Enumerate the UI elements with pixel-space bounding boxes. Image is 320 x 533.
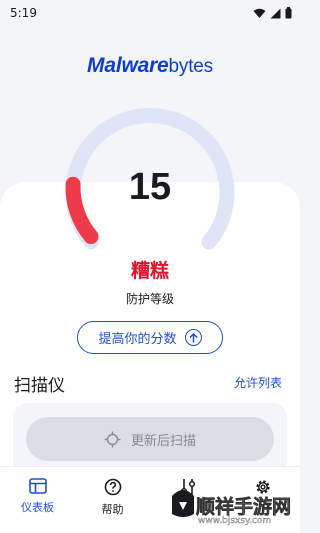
status-time: 5:19 [10, 6, 37, 20]
improve-score-label: 提高你的分数 [98, 332, 177, 347]
dashboard-icon [28, 478, 47, 494]
scanner-card: 更新后扫描 [13, 403, 287, 475]
nav-item-tools[interactable] [150, 467, 225, 533]
scan-button-label: 更新后扫描 [130, 433, 196, 449]
rating-label: 糟糕 [130, 260, 169, 282]
nav-item-help[interactable]: 帮助 [75, 467, 150, 533]
logo-wordmark-bold: Malware [87, 54, 169, 77]
tools-icon [180, 479, 195, 497]
nav-item-dashboard[interactable]: 仪表板 [0, 467, 75, 533]
arrow-up-circle-icon [184, 329, 202, 346]
protection-score: 15 [128, 166, 172, 208]
logo-wordmark-light: bytes [168, 56, 214, 77]
allow-list-link[interactable]: 允许列表 [234, 374, 282, 391]
status-bar: 5:19 [0, 0, 300, 26]
scan-after-update-button[interactable]: 更新后扫描 [26, 417, 274, 461]
settings-icon [255, 480, 270, 494]
nav-item-settings[interactable] [225, 467, 300, 533]
wifi-icon [253, 8, 266, 18]
protection-level-label: 防护等级 [125, 292, 174, 306]
improve-score-button[interactable]: 提高你的分数 [77, 321, 223, 354]
help-icon [104, 478, 121, 496]
nav-label-help: 帮助 [101, 503, 124, 516]
nav-label-dashboard: 仪表板 [21, 501, 54, 514]
battery-icon [285, 7, 292, 19]
crosshair-icon [104, 431, 121, 447]
scanner-section-title: 扫描仪 [14, 376, 65, 396]
malwarebytes-logo: Malwarebytes [0, 54, 300, 78]
cellular-signal-icon [270, 8, 281, 18]
bottom-navigation: 仪表板 帮助 [0, 466, 300, 533]
